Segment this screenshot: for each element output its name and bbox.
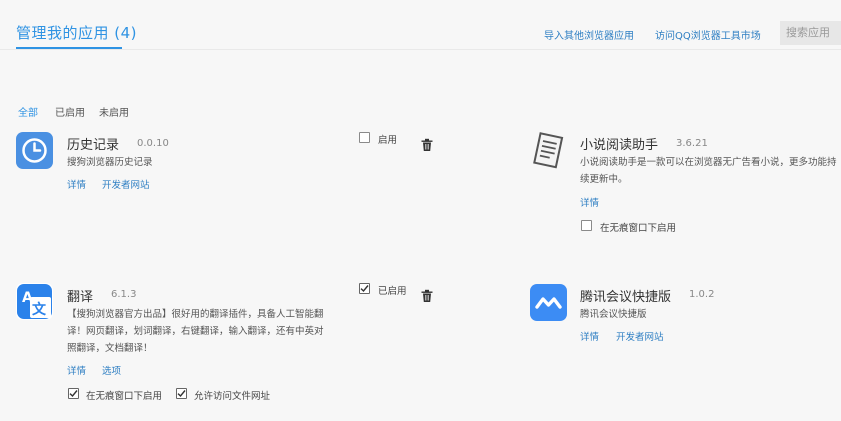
app-version-novel: 3.6.21 [676,138,708,149]
incognito-checkbox-translate[interactable] [68,388,79,399]
meeting-icon [530,284,567,321]
developer-link-meeting[interactable]: 开发者网站 [616,329,664,343]
search-apps-button[interactable]: 搜索应用 [780,21,841,45]
app-name-meeting: 腾讯会议快捷版 [580,290,672,305]
developer-link-history[interactable]: 开发者网站 [102,177,150,191]
options-link-translate[interactable]: 选项 [102,363,121,377]
incognito-checkbox-novel[interactable] [581,220,592,231]
svg-text:文: 文 [32,301,47,318]
app-version-translate: 6.1.3 [111,289,137,300]
file-access-checkbox-translate[interactable] [176,388,187,399]
enable-checkbox-translate[interactable] [359,283,370,294]
filter-all[interactable]: 全部 [18,104,38,119]
import-browser-apps-link[interactable]: 导入其他浏览器应用 [544,27,634,42]
incognito-label-novel: 在无痕窗口下启用 [600,223,677,234]
details-link-novel[interactable]: 详情 [580,195,599,209]
filter-disabled[interactable]: 未启用 [99,104,129,119]
document-icon [528,131,566,171]
details-link-meeting[interactable]: 详情 [580,329,599,343]
header-divider [0,49,841,50]
incognito-label-translate: 在无痕窗口下启用 [86,391,163,402]
clock-icon [16,132,53,169]
enable-checkbox-history[interactable] [359,132,370,143]
checkmark-icon [360,285,369,293]
file-access-label-translate: 允许访问文件网址 [194,391,271,402]
translate-icon: A 文 [16,283,53,320]
details-link-history[interactable]: 详情 [67,177,86,191]
details-link-translate[interactable]: 详情 [67,363,86,377]
trash-icon[interactable] [420,137,434,151]
filter-enabled[interactable]: 已启用 [55,104,85,119]
app-desc-history: 搜狗浏览器历史记录 [67,157,153,168]
app-desc-translate: 【搜狗浏览器官方出品】很好用的翻译插件，具备人工智能翻译！网页翻译，划词翻译，右… [67,309,324,354]
app-name-novel: 小说阅读助手 [580,138,659,153]
visit-tool-market-link[interactable]: 访问QQ浏览器工具市场 [655,27,761,42]
trash-icon[interactable] [420,288,434,302]
app-version-history: 0.0.10 [137,138,169,149]
app-name-history: 历史记录 [67,138,120,153]
enable-label-translate: 已启用 [378,286,407,297]
app-desc-meeting: 腾讯会议快捷版 [580,309,647,320]
page-title: 管理我的应用 (4) [16,24,138,42]
checkmark-icon [177,390,186,398]
app-desc-novel: 小说阅读助手是一款可以在浏览器无广告看小说，更多功能持续更新中。 [580,157,837,185]
checkmark-icon [69,390,78,398]
enable-label-history: 启用 [378,135,398,146]
app-name-translate: 翻译 [67,290,94,305]
app-version-meeting: 1.0.2 [689,289,715,300]
